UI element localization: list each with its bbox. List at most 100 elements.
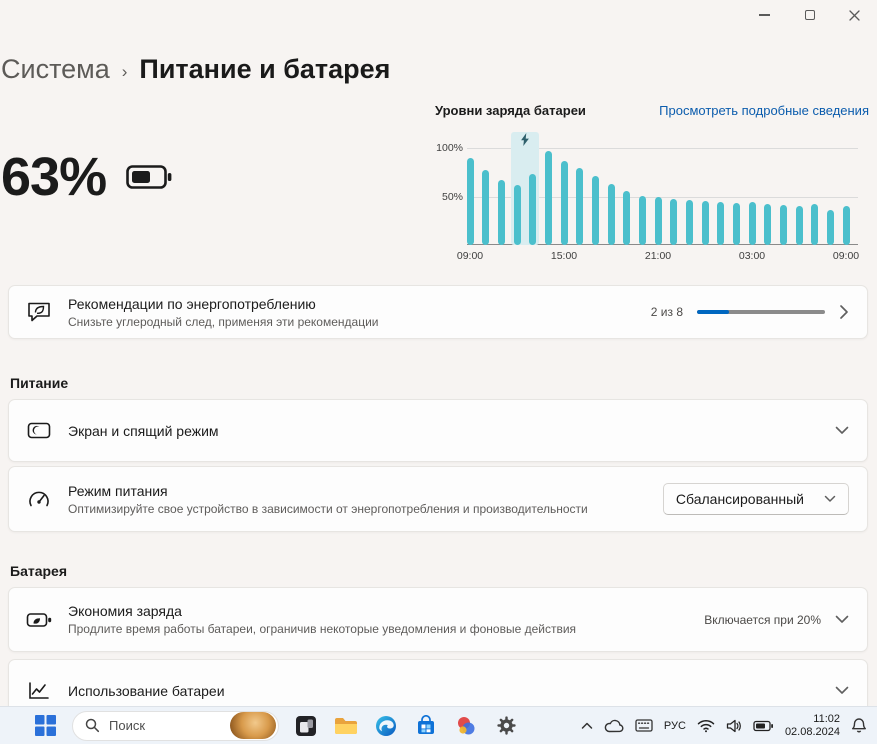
- row-title: Экран и спящий режим: [68, 423, 219, 439]
- battery-level-bar: [796, 206, 803, 245]
- eco-progress-bar: [697, 310, 825, 314]
- volume-tray-button[interactable]: [726, 719, 742, 733]
- chevron-right-icon[interactable]: [839, 304, 849, 320]
- x-axis-tick-label: 03:00: [739, 250, 765, 262]
- search-highlight-image: [230, 712, 276, 739]
- power-mode-selected-value: Сбалансированный: [676, 491, 804, 507]
- battery-level-bar: [529, 174, 536, 245]
- battery-level-bar: [608, 184, 615, 245]
- language-indicator[interactable]: РУС: [664, 720, 686, 732]
- battery-chart: Уровни заряда батареи Просмотреть подроб…: [435, 103, 869, 266]
- battery-level-bar: [655, 197, 662, 245]
- microsoft-store-button[interactable]: [413, 713, 439, 739]
- close-button[interactable]: [832, 0, 877, 30]
- battery-level-bar: [811, 204, 818, 245]
- wifi-icon: [697, 719, 715, 733]
- window-controls: [742, 0, 877, 30]
- clock[interactable]: 11:02 02.08.2024: [785, 713, 840, 739]
- recommendations-progress-label: 2 из 8: [651, 305, 683, 319]
- battery-level-bar: [827, 210, 834, 245]
- battery-level-bar: [498, 180, 505, 245]
- keyboard-icon: [635, 719, 653, 732]
- section-header-power: Питание: [10, 375, 68, 391]
- eco-recommendations-icon: [25, 300, 53, 324]
- pinned-app-button[interactable]: [453, 713, 479, 739]
- battery-icon: [126, 162, 172, 192]
- edge-browser-button[interactable]: [373, 713, 399, 739]
- battery-chart-plot: 100% 50%: [470, 148, 846, 245]
- search-placeholder: Поиск: [109, 718, 230, 733]
- section-header-battery: Батарея: [10, 563, 67, 579]
- battery-level-bar: [686, 200, 693, 245]
- power-mode-gauge-icon: [25, 489, 53, 509]
- x-axis-tick-label: 09:00: [833, 250, 859, 262]
- tray-time: 11:02: [785, 713, 840, 726]
- battery-level-bar: [576, 168, 583, 245]
- task-view-button[interactable]: [293, 713, 319, 739]
- taskbar-search[interactable]: Поиск: [72, 711, 279, 741]
- maximize-button[interactable]: [787, 0, 832, 30]
- battery-saver-setting-value: Включается при 20%: [704, 613, 821, 627]
- battery-level-bar: [749, 202, 756, 245]
- energy-recommendations-row[interactable]: Рекомендации по энергопотреблению Снизьт…: [8, 285, 868, 339]
- file-explorer-button[interactable]: [333, 713, 359, 739]
- x-axis-tick-label: 21:00: [645, 250, 671, 262]
- x-axis-tick-label: 15:00: [551, 250, 577, 262]
- y-axis-tick-label: 100%: [436, 142, 463, 154]
- settings-button[interactable]: [493, 713, 519, 739]
- battery-level-bar: [514, 185, 521, 245]
- battery-tray-icon: [753, 720, 774, 732]
- chevron-down-icon[interactable]: [835, 615, 849, 624]
- battery-level-bar: [764, 204, 771, 245]
- power-mode-dropdown[interactable]: Сбалансированный: [663, 483, 849, 515]
- battery-percent: 63%: [1, 146, 106, 208]
- battery-level-bar: [717, 202, 724, 245]
- minimize-icon: [759, 14, 770, 15]
- chevron-down-icon[interactable]: [835, 686, 849, 695]
- chart-title: Уровни заряда батареи: [435, 103, 586, 118]
- touch-keyboard-button[interactable]: [635, 719, 653, 732]
- battery-usage-chart-icon: [25, 681, 53, 701]
- display-sleep-icon: [25, 421, 53, 441]
- battery-level-bar: [843, 206, 850, 245]
- row-battery-saver[interactable]: Экономия заряда Продлите время работы ба…: [8, 587, 868, 652]
- minimize-button[interactable]: [742, 0, 787, 30]
- start-button[interactable]: [32, 713, 58, 739]
- battery-tray-button[interactable]: [753, 720, 774, 732]
- cloud-icon: [604, 719, 624, 733]
- task-view-icon: [295, 715, 317, 737]
- recommendations-title: Рекомендации по энергопотреблению: [68, 296, 379, 312]
- chevron-down-icon[interactable]: [835, 426, 849, 435]
- edge-icon: [375, 715, 397, 737]
- battery-level-bar: [482, 170, 489, 245]
- battery-level-bar: [780, 205, 787, 245]
- notifications-button[interactable]: [851, 717, 867, 734]
- charging-bolt-icon: [520, 133, 529, 146]
- colorful-app-icon: [455, 715, 477, 737]
- speaker-icon: [726, 719, 742, 733]
- row-title: Режим питания: [68, 483, 588, 499]
- maximize-icon: [805, 10, 815, 20]
- row-screen-and-sleep[interactable]: Экран и спящий режим: [8, 399, 868, 462]
- battery-saver-icon: [25, 610, 53, 630]
- battery-level-bar: [733, 203, 740, 245]
- tray-date: 02.08.2024: [785, 726, 840, 739]
- view-details-link[interactable]: Просмотреть подробные сведения: [659, 103, 869, 118]
- windows-logo-icon: [35, 715, 56, 736]
- chevron-down-icon: [824, 495, 836, 503]
- battery-summary: 63%: [1, 146, 172, 208]
- folder-icon: [334, 716, 358, 736]
- battery-level-bar: [561, 161, 568, 245]
- wifi-tray-button[interactable]: [697, 719, 715, 733]
- onedrive-tray-button[interactable]: [604, 719, 624, 733]
- close-icon: [849, 10, 860, 21]
- recommendations-subtitle: Снизьте углеродный след, применяя эти ре…: [68, 315, 379, 329]
- taskbar: Поиск: [0, 706, 877, 744]
- breadcrumb: Система › Питание и батарея: [1, 54, 390, 85]
- breadcrumb-separator-icon: ›: [122, 58, 128, 82]
- row-title: Экономия заряда: [68, 603, 576, 619]
- breadcrumb-parent[interactable]: Система: [1, 54, 110, 85]
- page-title: Питание и батарея: [139, 54, 390, 85]
- chevron-up-icon: [581, 722, 593, 730]
- tray-show-hidden-icons-button[interactable]: [581, 722, 593, 730]
